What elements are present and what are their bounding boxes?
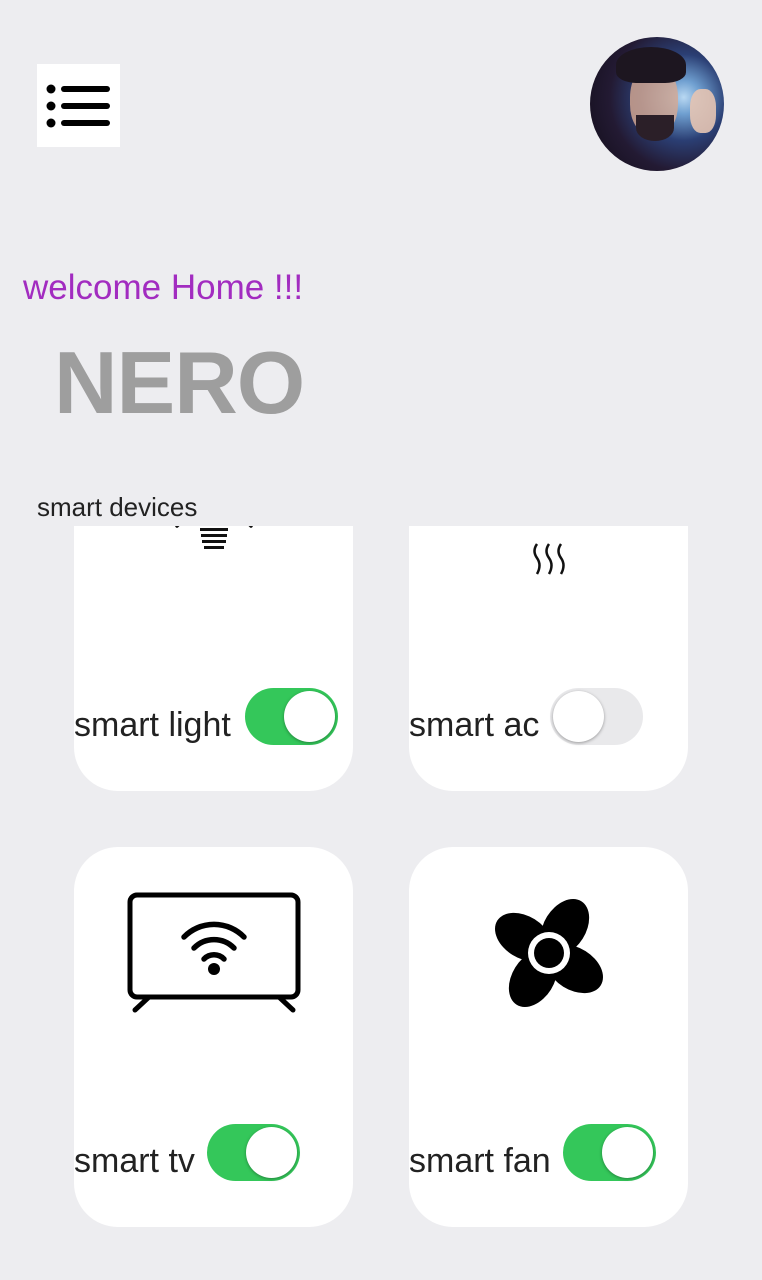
device-card-smart-ac[interactable]: smart ac <box>409 526 688 791</box>
menu-button[interactable] <box>37 64 120 147</box>
device-card-smart-tv[interactable]: smart tv <box>74 847 353 1227</box>
light-bulb-icon <box>174 526 253 549</box>
smart-tv-icon <box>127 892 300 1013</box>
device-label: smart ac <box>409 706 540 744</box>
smart-ac-toggle[interactable] <box>550 688 643 745</box>
device-label: smart light <box>74 706 231 744</box>
device-grid[interactable]: smart light smart ac smart tv smart fan <box>0 526 762 1280</box>
welcome-message: welcome Home !!! <box>23 268 304 307</box>
list-menu-icon <box>46 84 110 127</box>
toggle-knob <box>602 1127 653 1178</box>
smart-light-toggle[interactable] <box>245 688 338 745</box>
toggle-knob <box>284 691 335 742</box>
user-name: NERO <box>54 333 305 432</box>
smart-fan-toggle[interactable] <box>563 1124 656 1181</box>
user-avatar[interactable] <box>590 37 724 171</box>
device-label: smart tv <box>74 1142 195 1180</box>
device-label: smart fan <box>409 1142 551 1180</box>
toggle-knob <box>246 1127 297 1178</box>
smart-tv-toggle[interactable] <box>207 1124 300 1181</box>
section-title-smart-devices: smart devices <box>37 492 198 522</box>
fan-icon <box>494 899 603 1007</box>
device-card-smart-fan[interactable]: smart fan <box>409 847 688 1227</box>
toggle-knob <box>553 691 604 742</box>
device-card-smart-light[interactable]: smart light <box>74 526 353 791</box>
heat-waves-icon <box>532 543 565 575</box>
